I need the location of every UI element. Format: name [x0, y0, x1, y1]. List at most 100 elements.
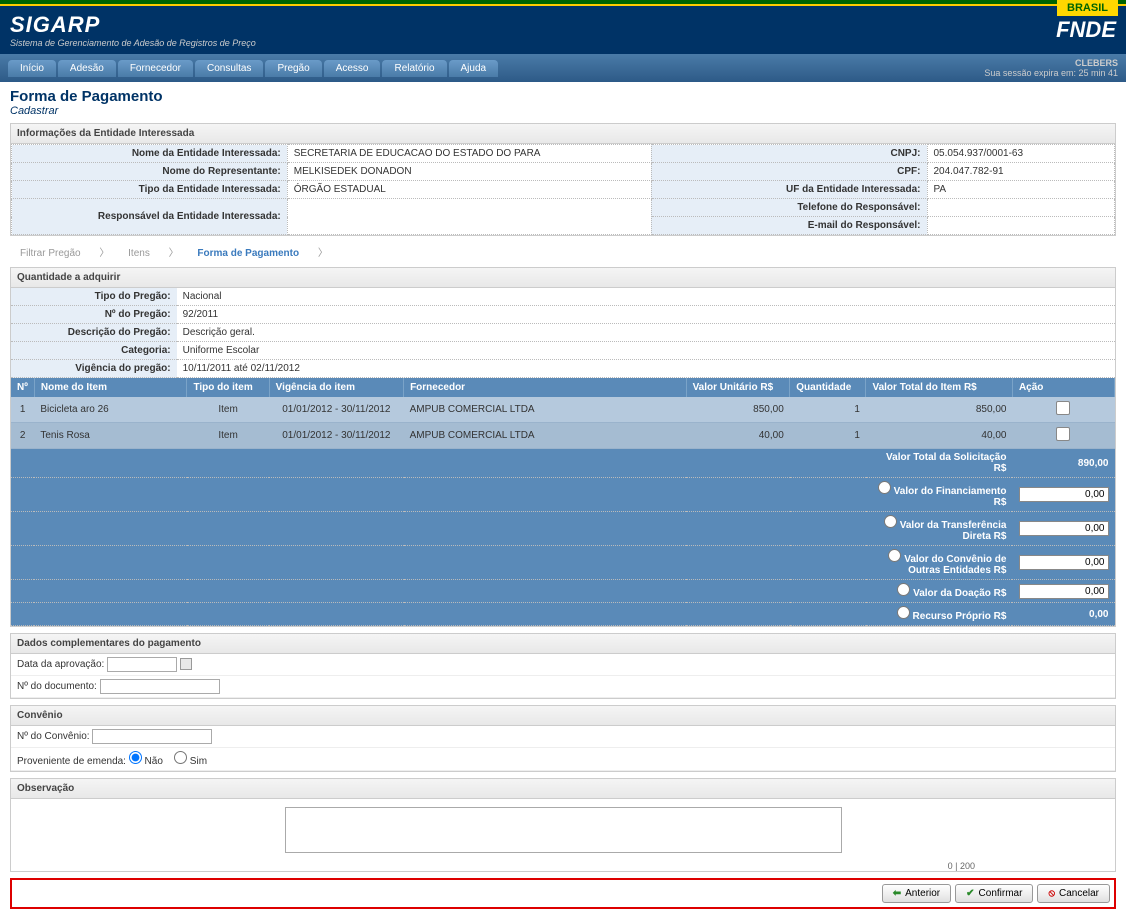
- lbl-cnpj: CNPJ:: [651, 145, 927, 163]
- cell-n: 2: [11, 423, 34, 449]
- edit-icon[interactable]: [1056, 427, 1070, 441]
- qty-panel-header: Quantidade a adquirir: [11, 268, 1115, 288]
- nav-bar: Início Adesão Fornecedor Consultas Pregã…: [0, 54, 1126, 82]
- cell-vu: 850,00: [686, 397, 790, 423]
- lbl-convenio: Valor do Convênio de Outras Entidades R$: [904, 554, 1006, 576]
- cancel-icon: ⦸: [1048, 888, 1055, 899]
- val-nome-rep: MELKISEDEK DONADON: [287, 163, 651, 181]
- lbl-vigencia: Vigência do pregão:: [11, 360, 177, 378]
- val-tot-solic: 890,00: [1012, 449, 1114, 478]
- cell-qt: 1: [790, 397, 866, 423]
- conv-panel: Convênio Nº do Convênio: Proveniente de …: [10, 705, 1116, 772]
- val-recurso: 0,00: [1012, 603, 1114, 626]
- info-panel: Informações da Entidade Interessada Nome…: [10, 123, 1116, 236]
- nav-ajuda[interactable]: Ajuda: [449, 60, 499, 77]
- bc-itens[interactable]: Itens: [120, 246, 158, 261]
- val-email: [927, 217, 1115, 235]
- nav-inicio[interactable]: Início: [8, 60, 56, 77]
- breadcrumb: Filtrar Pregão 〉 Itens 〉 Forma de Pagame…: [10, 242, 1116, 261]
- calendar-icon[interactable]: [180, 658, 192, 670]
- chevron-icon: 〉: [310, 246, 336, 261]
- lbl-cpf: CPF:: [651, 163, 927, 181]
- cell-vt: 40,00: [866, 423, 1012, 449]
- obs-counter: 0 | 200: [11, 861, 1115, 871]
- cell-nome: Tenis Rosa: [34, 423, 187, 449]
- lbl-num-pregao: Nº do Pregão:: [11, 306, 177, 324]
- val-num-pregao: 92/2011: [177, 306, 1115, 324]
- radio-financiamento[interactable]: [878, 481, 891, 494]
- bc-forma-pagamento: Forma de Pagamento: [189, 246, 307, 261]
- cell-n: 1: [11, 397, 34, 423]
- lbl-uf: UF da Entidade Interessada:: [651, 181, 927, 199]
- cell-vu: 40,00: [686, 423, 790, 449]
- radio-recurso[interactable]: [897, 606, 910, 619]
- bc-filtrar[interactable]: Filtrar Pregão: [12, 246, 89, 261]
- nav-fornecedor[interactable]: Fornecedor: [118, 60, 193, 77]
- footer-buttons: ⬅Anterior ✔Confirmar ⦸Cancelar: [10, 878, 1116, 909]
- radio-emenda-nao[interactable]: [129, 751, 142, 764]
- cancelar-button[interactable]: ⦸Cancelar: [1037, 884, 1110, 903]
- radio-emenda-sim[interactable]: [174, 751, 187, 764]
- chevron-icon: 〉: [91, 246, 117, 261]
- val-nome-ent: SECRETARIA DE EDUCACAO DO ESTADO DO PARA: [287, 145, 651, 163]
- lbl-tot-solic: Valor Total da Solicitação R$: [866, 449, 1012, 478]
- lbl-tipo-pregao: Tipo do Pregão:: [11, 288, 177, 306]
- anterior-button[interactable]: ⬅Anterior: [882, 884, 951, 903]
- cell-vig: 01/01/2012 - 30/11/2012: [269, 423, 403, 449]
- conv-panel-header: Convênio: [11, 706, 1115, 726]
- page-subtitle: Cadastrar: [10, 105, 1116, 117]
- lbl-resp: Responsável da Entidade Interessada:: [12, 199, 288, 235]
- nav-adesao[interactable]: Adesão: [58, 60, 116, 77]
- input-data-aprov[interactable]: [107, 657, 177, 672]
- edit-icon[interactable]: [1056, 401, 1070, 415]
- input-doacao[interactable]: [1019, 584, 1109, 599]
- lbl-nome-ent: Nome da Entidade Interessada:: [12, 145, 288, 163]
- radio-convenio[interactable]: [888, 549, 901, 562]
- nav-relatorio[interactable]: Relatório: [382, 60, 446, 77]
- input-financiamento[interactable]: [1019, 487, 1109, 502]
- brasil-tag: BRASIL: [1057, 0, 1118, 16]
- lbl-tel: Telefone do Responsável:: [651, 199, 927, 217]
- lbl-financiamento: Valor do Financiamento R$: [894, 486, 1007, 508]
- lbl-recurso: Recurso Próprio R$: [913, 611, 1007, 622]
- textarea-observacao[interactable]: [285, 807, 842, 853]
- nav-pregao[interactable]: Pregão: [265, 60, 321, 77]
- table-row: 2 Tenis Rosa Item 01/01/2012 - 30/11/201…: [11, 423, 1115, 449]
- cell-forn: AMPUB COMERCIAL LTDA: [404, 397, 687, 423]
- page-title: Forma de Pagamento: [10, 88, 1116, 105]
- col-vig: Vigência do item: [269, 378, 403, 397]
- cell-nome: Bicicleta aro 26: [34, 397, 187, 423]
- lbl-doacao: Valor da Doação R$: [913, 588, 1006, 599]
- comp-panel: Dados complementares do pagamento Data d…: [10, 633, 1116, 699]
- cell-tipo: Item: [187, 423, 269, 449]
- radio-transferencia[interactable]: [884, 515, 897, 528]
- val-vigencia: 10/11/2011 até 02/11/2012: [177, 360, 1115, 378]
- table-row: 1 Bicicleta aro 26 Item 01/01/2012 - 30/…: [11, 397, 1115, 423]
- user-name: CLEBERS: [984, 58, 1118, 68]
- chevron-icon: 〉: [161, 246, 187, 261]
- cell-qt: 1: [790, 423, 866, 449]
- input-transferencia[interactable]: [1019, 521, 1109, 536]
- col-qt: Quantidade: [790, 378, 866, 397]
- input-num-doc[interactable]: [100, 679, 220, 694]
- cell-vig: 01/01/2012 - 30/11/2012: [269, 397, 403, 423]
- lbl-categoria: Categoria:: [11, 342, 177, 360]
- session-info: Sua sessão expira em: 25 min 41: [984, 68, 1118, 78]
- lbl-sim: Sim: [190, 756, 207, 767]
- confirmar-button[interactable]: ✔Confirmar: [955, 884, 1033, 903]
- val-resp: [287, 199, 651, 235]
- org-logo: FNDE: [1056, 17, 1116, 43]
- nav-consultas[interactable]: Consultas: [195, 60, 263, 77]
- lbl-num-doc: Nº do documento:: [17, 681, 97, 692]
- val-tel: [927, 199, 1115, 217]
- radio-doacao[interactable]: [897, 583, 910, 596]
- col-forn: Fornecedor: [404, 378, 687, 397]
- qty-panel: Quantidade a adquirir Tipo do Pregão:Nac…: [10, 267, 1116, 627]
- lbl-nome-rep: Nome do Representante:: [12, 163, 288, 181]
- app-header: SIGARP Sistema de Gerenciamento de Adesã…: [0, 6, 1126, 54]
- input-convenio[interactable]: [1019, 555, 1109, 570]
- cell-tipo: Item: [187, 397, 269, 423]
- col-nome: Nome do Item: [34, 378, 187, 397]
- nav-acesso[interactable]: Acesso: [324, 60, 381, 77]
- lbl-nao: Não: [145, 756, 163, 767]
